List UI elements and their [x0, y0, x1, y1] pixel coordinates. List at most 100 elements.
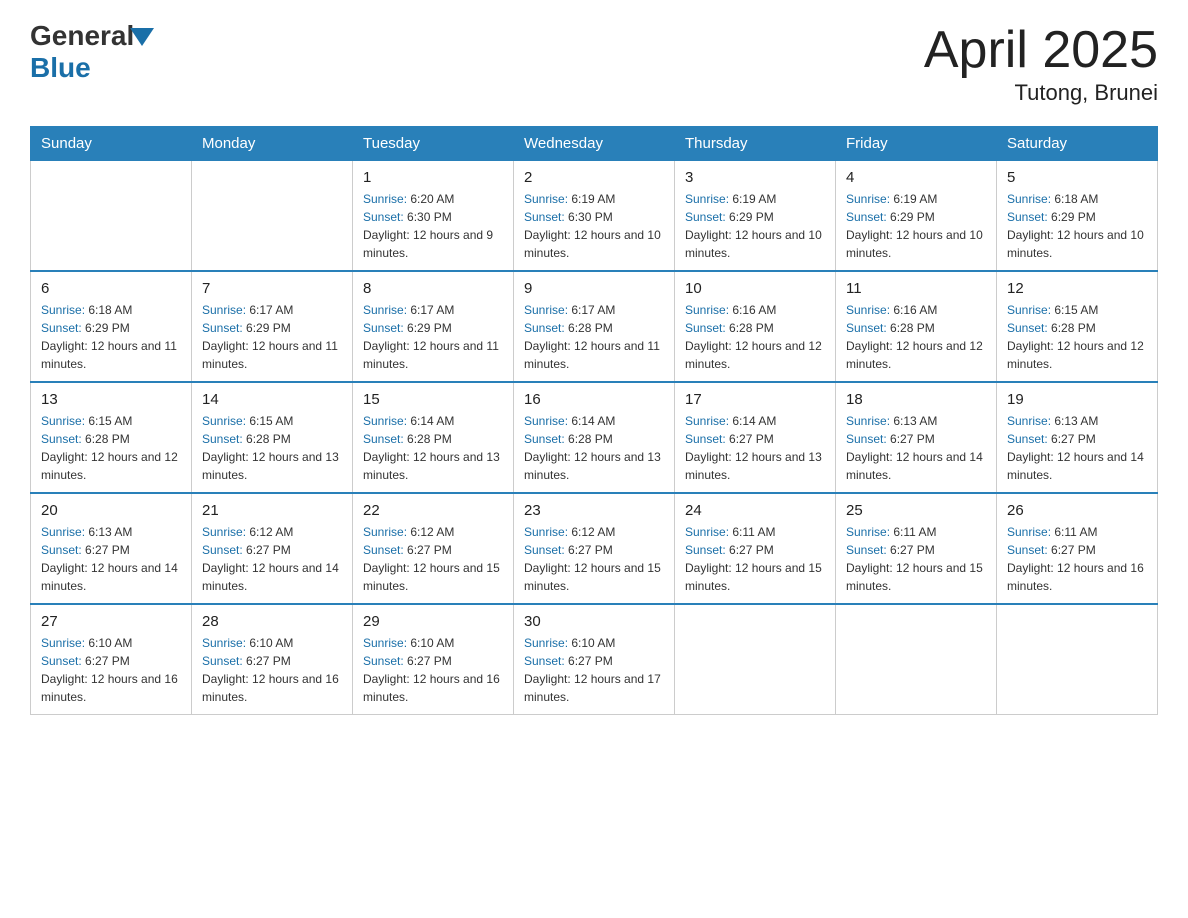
day-info: Sunrise: 6:19 AMSunset: 6:30 PMDaylight:…: [524, 190, 664, 262]
title-block: April 2025 Tutong, Brunei: [924, 20, 1158, 106]
day-number: 13: [41, 391, 181, 408]
sunrise-label: Sunrise:: [1007, 303, 1054, 317]
sunset-label: Sunset:: [202, 321, 246, 335]
day-number: 19: [1007, 391, 1147, 408]
sunset-label: Sunset:: [363, 432, 407, 446]
sunrise-label: Sunrise:: [524, 303, 571, 317]
calendar-day-cell: 22Sunrise: 6:12 AMSunset: 6:27 PMDayligh…: [353, 493, 514, 604]
calendar-day-cell: 25Sunrise: 6:11 AMSunset: 6:27 PMDayligh…: [836, 493, 997, 604]
sunrise-value: 6:15 AM: [249, 414, 293, 428]
day-info: Sunrise: 6:14 AMSunset: 6:28 PMDaylight:…: [363, 412, 503, 484]
sunrise-value: 6:10 AM: [88, 636, 132, 650]
sunrise-label: Sunrise:: [524, 636, 571, 650]
calendar-day-cell: 14Sunrise: 6:15 AMSunset: 6:28 PMDayligh…: [192, 382, 353, 493]
calendar-day-cell: [192, 161, 353, 272]
calendar-day-cell: 20Sunrise: 6:13 AMSunset: 6:27 PMDayligh…: [31, 493, 192, 604]
sunrise-value: 6:15 AM: [88, 414, 132, 428]
day-number: 26: [1007, 502, 1147, 519]
sunset-value: 6:27 PM: [246, 654, 291, 668]
sunset-value: 6:29 PM: [407, 321, 452, 335]
day-number: 16: [524, 391, 664, 408]
sunrise-value: 6:17 AM: [410, 303, 454, 317]
sunset-label: Sunset:: [846, 432, 890, 446]
day-info: Sunrise: 6:20 AMSunset: 6:30 PMDaylight:…: [363, 190, 503, 262]
daylight-text: Daylight: 12 hours and 14 minutes.: [202, 561, 339, 593]
sunrise-label: Sunrise:: [202, 414, 249, 428]
sunset-label: Sunset:: [524, 654, 568, 668]
sunrise-label: Sunrise:: [363, 525, 410, 539]
day-info: Sunrise: 6:14 AMSunset: 6:28 PMDaylight:…: [524, 412, 664, 484]
sunset-label: Sunset:: [685, 321, 729, 335]
logo: General Blue: [30, 20, 154, 84]
day-number: 5: [1007, 169, 1147, 186]
sunrise-label: Sunrise:: [524, 192, 571, 206]
sunrise-value: 6:12 AM: [410, 525, 454, 539]
daylight-text: Daylight: 12 hours and 11 minutes.: [524, 339, 660, 371]
daylight-text: Daylight: 12 hours and 9 minutes.: [363, 228, 493, 260]
daylight-text: Daylight: 12 hours and 12 minutes.: [41, 450, 178, 482]
day-info: Sunrise: 6:14 AMSunset: 6:27 PMDaylight:…: [685, 412, 825, 484]
sunset-value: 6:29 PM: [85, 321, 130, 335]
day-info: Sunrise: 6:16 AMSunset: 6:28 PMDaylight:…: [846, 301, 986, 373]
logo-triangle-icon: [130, 28, 154, 46]
sunrise-label: Sunrise:: [202, 636, 249, 650]
sunrise-label: Sunrise:: [363, 192, 410, 206]
sunrise-label: Sunrise:: [846, 525, 893, 539]
day-info: Sunrise: 6:10 AMSunset: 6:27 PMDaylight:…: [41, 634, 181, 706]
calendar-day-cell: 11 Sunrise: 6:16 AMSunset: 6:28 PMDayligh…: [836, 271, 997, 382]
daylight-text: Daylight: 12 hours and 10 minutes.: [846, 228, 983, 260]
sunset-value: 6:28 PM: [568, 321, 613, 335]
day-number: 2: [524, 169, 664, 186]
day-number: 29: [363, 613, 503, 630]
calendar-week-row: 6Sunrise: 6:18 AMSunset: 6:29 PMDaylight…: [31, 271, 1158, 382]
day-info: Sunrise: 6:10 AMSunset: 6:27 PMDaylight:…: [202, 634, 342, 706]
sunrise-value: 6:14 AM: [571, 414, 615, 428]
daylight-text: Daylight: 12 hours and 11 minutes.: [41, 339, 177, 371]
weekday-header-tuesday: Tuesday: [353, 127, 514, 161]
daylight-text: Daylight: 12 hours and 14 minutes.: [846, 450, 983, 482]
sunrise-value: 6:14 AM: [410, 414, 454, 428]
sunset-label: Sunset:: [524, 432, 568, 446]
day-info: Sunrise: 6:11 AMSunset: 6:27 PMDaylight:…: [1007, 523, 1147, 595]
sunset-label: Sunset:: [363, 654, 407, 668]
sunrise-label: Sunrise:: [363, 414, 410, 428]
sunrise-value: 6:16 AM: [893, 303, 937, 317]
day-number: 17: [685, 391, 825, 408]
sunset-value: 6:28 PM: [568, 432, 613, 446]
weekday-header-friday: Friday: [836, 127, 997, 161]
calendar-day-cell: 28Sunrise: 6:10 AMSunset: 6:27 PMDayligh…: [192, 604, 353, 715]
calendar-day-cell: [31, 161, 192, 272]
calendar-table: SundayMondayTuesdayWednesdayThursdayFrid…: [30, 126, 1158, 715]
daylight-text: Daylight: 12 hours and 16 minutes.: [41, 672, 178, 704]
sunset-value: 6:29 PM: [729, 210, 774, 224]
daylight-text: Daylight: 12 hours and 17 minutes.: [524, 672, 661, 704]
sunrise-label: Sunrise:: [363, 303, 410, 317]
day-info: Sunrise: 6:19 AMSunset: 6:29 PMDaylight:…: [685, 190, 825, 262]
sunrise-label: Sunrise:: [1007, 192, 1054, 206]
calendar-day-cell: 24Sunrise: 6:11 AMSunset: 6:27 PMDayligh…: [675, 493, 836, 604]
daylight-text: Daylight: 12 hours and 10 minutes.: [1007, 228, 1144, 260]
day-number: 30: [524, 613, 664, 630]
calendar-week-row: 13 Sunrise: 6:15 AM Sunset: 6:28 PM Dayligh…: [31, 382, 1158, 493]
weekday-header-monday: Monday: [192, 127, 353, 161]
day-number: 11: [846, 280, 986, 297]
sunset-label: Sunset:: [1007, 543, 1051, 557]
sunrise-value: 6:12 AM: [249, 525, 293, 539]
daylight-text: Daylight: 12 hours and 15 minutes.: [846, 561, 983, 593]
sunset-value: 6:29 PM: [890, 210, 935, 224]
daylight-text: Daylight: 12 hours and 12 minutes.: [1007, 339, 1144, 371]
sunset-label: Sunset:: [363, 321, 407, 335]
calendar-subtitle: Tutong, Brunei: [924, 80, 1158, 106]
day-number: 3: [685, 169, 825, 186]
day-info: Sunrise: 6:13 AMSunset: 6:27 PMDaylight:…: [846, 412, 986, 484]
sunrise-value: 6:20 AM: [410, 192, 454, 206]
day-number: 24: [685, 502, 825, 519]
day-number: 6: [41, 280, 181, 297]
day-info: Sunrise: 6:16 AMSunset: 6:28 PMDaylight:…: [685, 301, 825, 373]
daylight-text: Daylight: 12 hours and 10 minutes.: [524, 228, 661, 260]
sunrise-value: 6:14 AM: [732, 414, 776, 428]
sunrise-label: Sunrise:: [524, 414, 571, 428]
sunset-value: 6:28 PM: [1051, 321, 1096, 335]
daylight-text: Daylight: 12 hours and 12 minutes.: [846, 339, 983, 371]
sunrise-value: 6:11 AM: [893, 525, 936, 539]
